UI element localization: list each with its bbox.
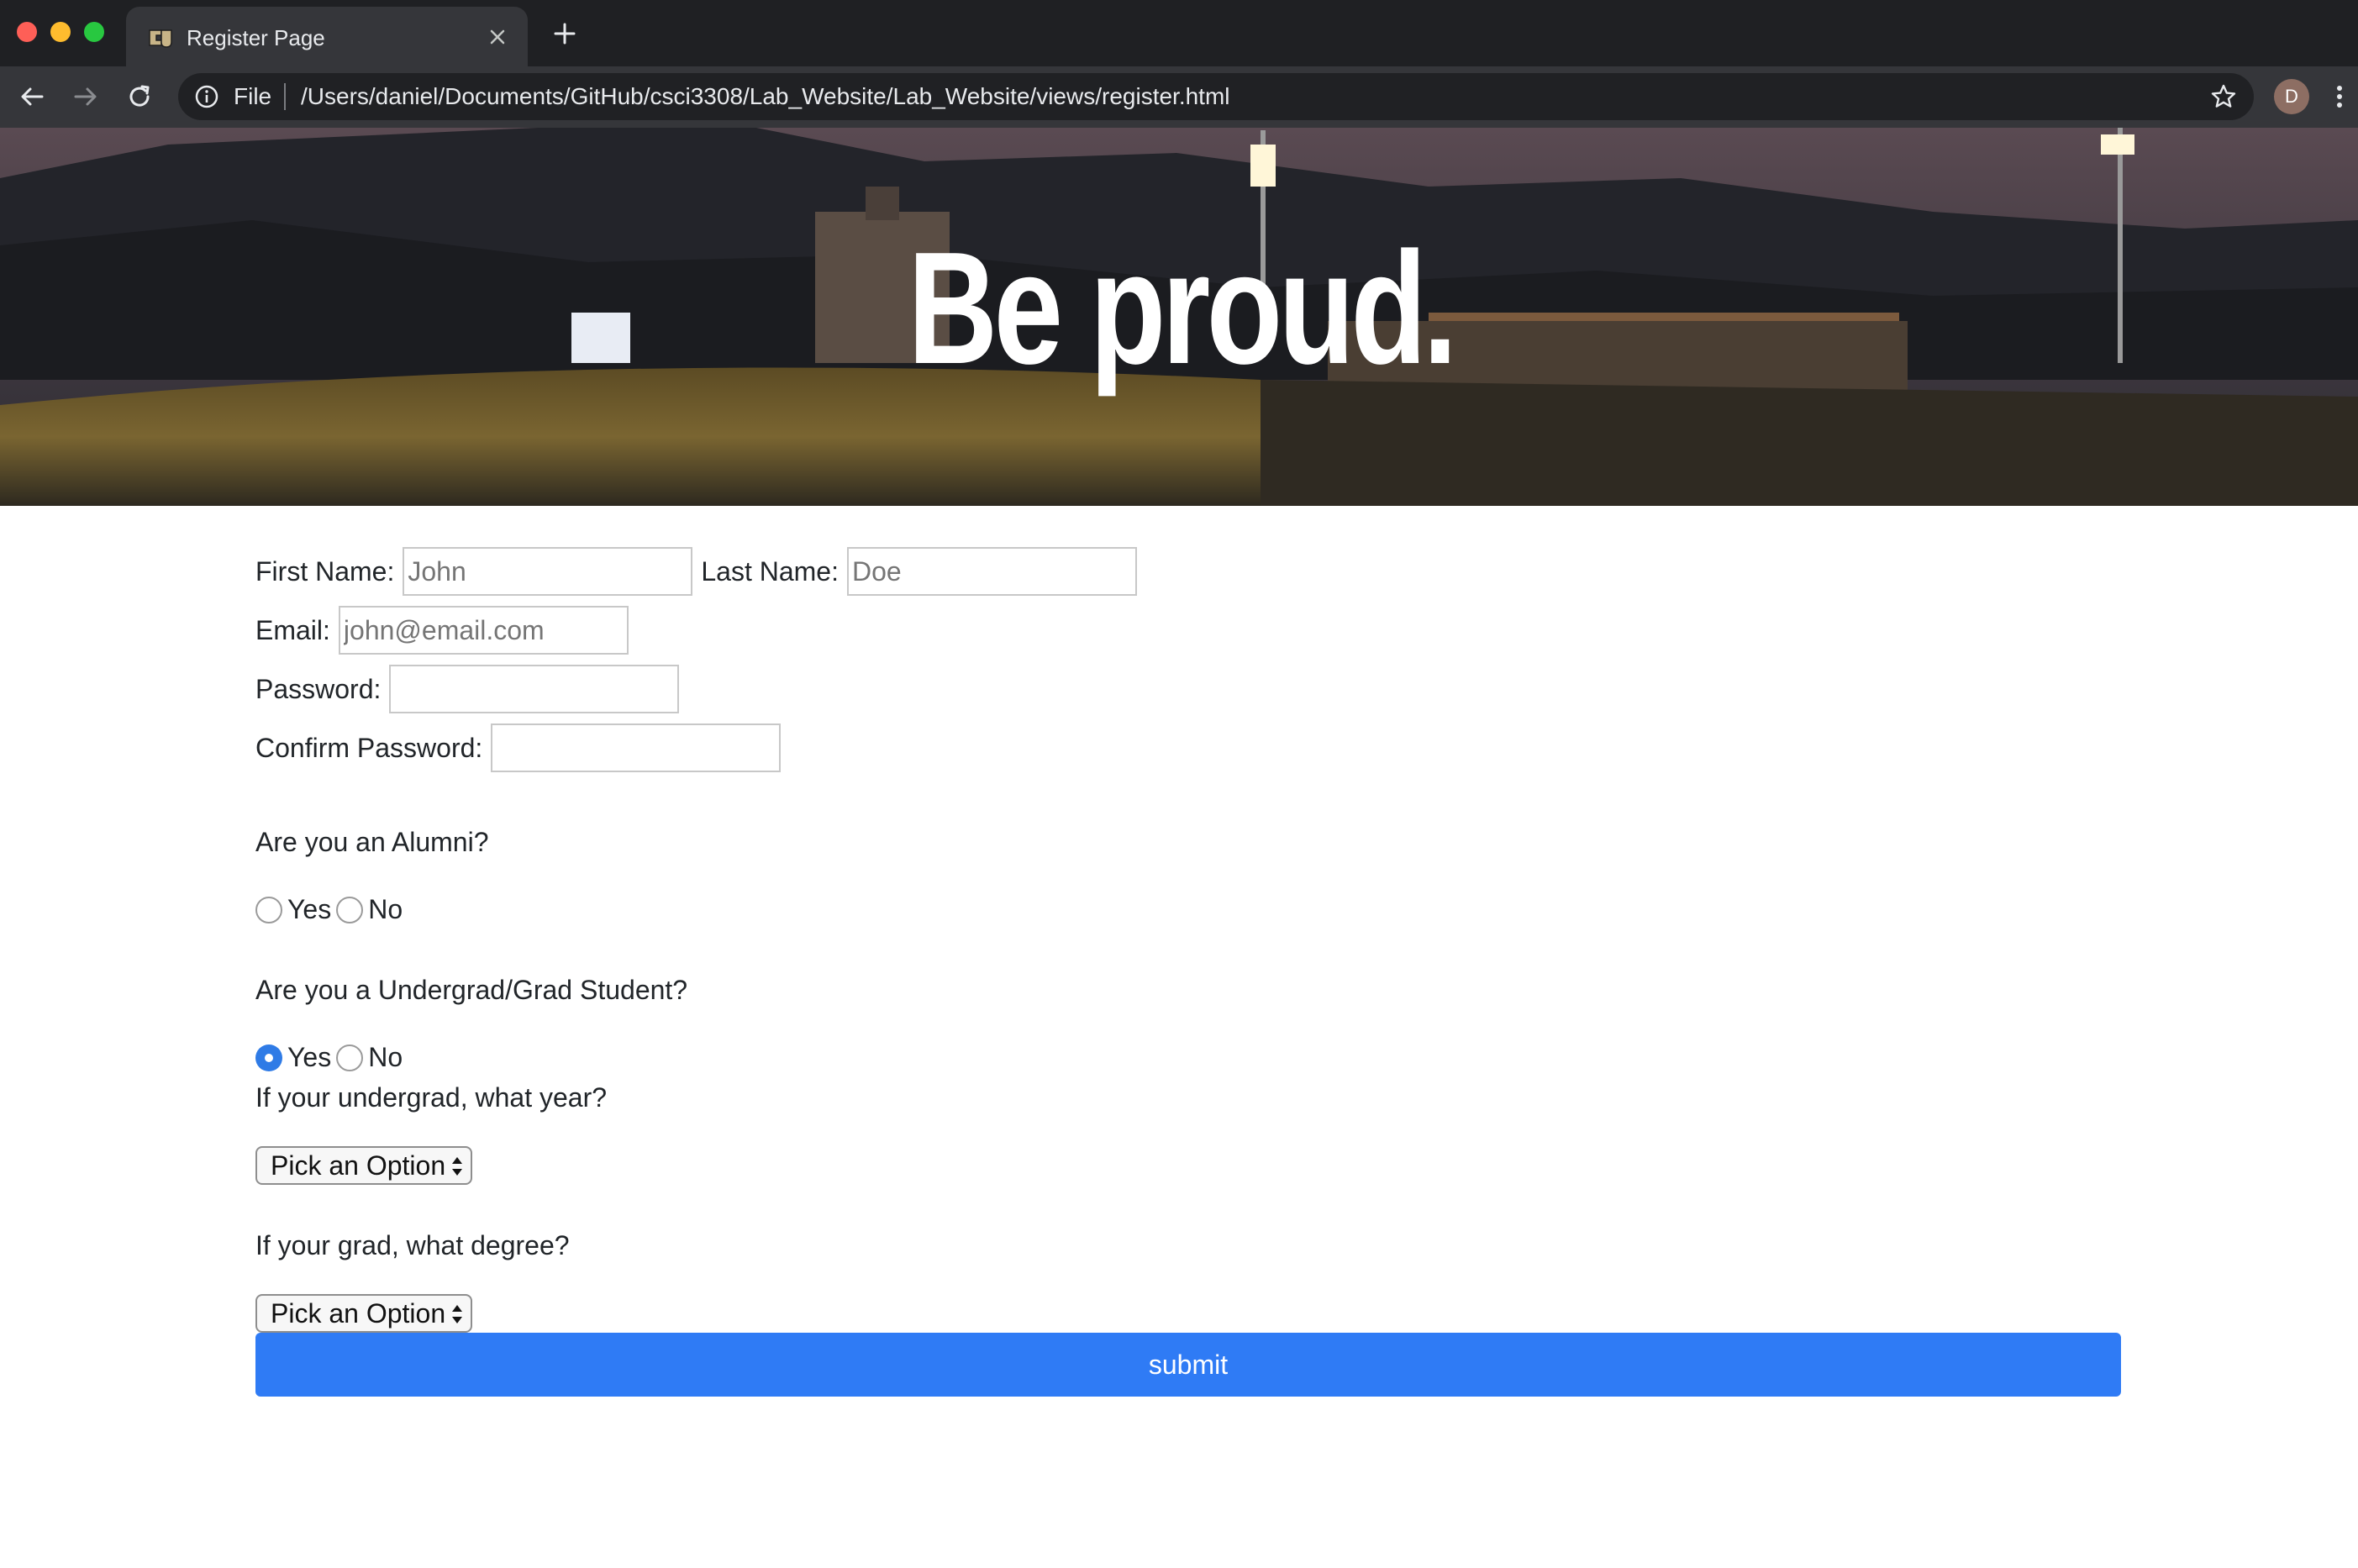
undergrad-year-selected: Pick an Option xyxy=(271,1150,446,1181)
alumni-no-radio[interactable] xyxy=(336,896,364,923)
bookmark-star-icon[interactable] xyxy=(2208,82,2239,112)
grad-degree-question: If your grad, what degree? xyxy=(255,1230,570,1260)
alumni-yes-label: Yes xyxy=(287,894,332,924)
password-input[interactable] xyxy=(389,665,680,713)
forward-arrow-icon[interactable] xyxy=(69,80,103,113)
student-yes-label: Yes xyxy=(287,1042,332,1072)
last-name-label: Last Name: xyxy=(701,555,839,587)
hero-banner: Be proud. xyxy=(0,128,2358,506)
back-arrow-icon[interactable] xyxy=(15,80,49,113)
tab-title: Register Page xyxy=(187,25,325,50)
browser-tab-bar: Register Page xyxy=(0,0,2358,66)
more-menu-icon[interactable] xyxy=(2329,80,2350,113)
select-arrows-icon xyxy=(452,1305,463,1323)
undergrad-year-select[interactable]: Pick an Option xyxy=(255,1146,473,1185)
minimize-window-button[interactable] xyxy=(50,22,71,42)
confirm-password-label: Confirm Password: xyxy=(255,732,483,763)
student-no-radio[interactable] xyxy=(336,1044,364,1071)
student-no-label: No xyxy=(368,1042,403,1072)
alumni-no-label: No xyxy=(368,894,403,924)
password-row: Password: xyxy=(255,665,680,713)
url-text[interactable]: /Users/daniel/Documents/GitHub/csci3308/… xyxy=(301,82,1230,112)
password-label: Password: xyxy=(255,673,382,704)
info-icon[interactable] xyxy=(193,83,220,110)
first-name-input[interactable] xyxy=(403,547,693,596)
alumni-yes-radio[interactable] xyxy=(255,896,282,923)
grad-degree-select[interactable]: Pick an Option xyxy=(255,1294,473,1333)
reload-icon[interactable] xyxy=(123,80,156,113)
address-bar[interactable]: File /Users/daniel/Documents/GitHub/csci… xyxy=(178,73,2254,120)
address-separator xyxy=(284,83,286,110)
submit-button[interactable]: submit xyxy=(255,1333,2121,1397)
cu-logo-icon xyxy=(149,29,172,48)
student-question: Are you a Undergrad/Grad Student? xyxy=(255,975,688,1005)
grad-degree-selected: Pick an Option xyxy=(271,1298,446,1329)
student-radio-group: Yes No xyxy=(255,1042,408,1073)
close-tab-icon[interactable] xyxy=(481,20,514,54)
browser-tab[interactable]: Register Page xyxy=(126,7,528,66)
confirm-password-input[interactable] xyxy=(491,723,782,772)
student-yes-radio[interactable] xyxy=(255,1044,282,1071)
confirm-password-row: Confirm Password: xyxy=(255,723,782,772)
profile-avatar[interactable]: D xyxy=(2274,79,2309,114)
email-label: Email: xyxy=(255,614,330,645)
first-name-label: First Name: xyxy=(255,555,395,587)
email-row: Email: xyxy=(255,606,629,655)
new-tab-icon[interactable] xyxy=(548,17,582,50)
close-window-button[interactable] xyxy=(17,22,37,42)
last-name-input[interactable] xyxy=(846,547,1137,596)
email-input[interactable] xyxy=(338,606,629,655)
hero-title: Be proud. xyxy=(908,219,1457,397)
select-arrows-icon xyxy=(452,1157,463,1176)
alumni-question: Are you an Alumni? xyxy=(255,827,489,857)
url-scheme-label: File xyxy=(234,83,272,109)
maximize-window-button[interactable] xyxy=(84,22,104,42)
browser-toolbar: File /Users/daniel/Documents/GitHub/csci… xyxy=(0,66,2358,128)
undergrad-year-question: If your undergrad, what year? xyxy=(255,1082,608,1113)
alumni-radio-group: Yes No xyxy=(255,894,408,925)
name-row: First Name: Last Name: xyxy=(255,547,1137,596)
